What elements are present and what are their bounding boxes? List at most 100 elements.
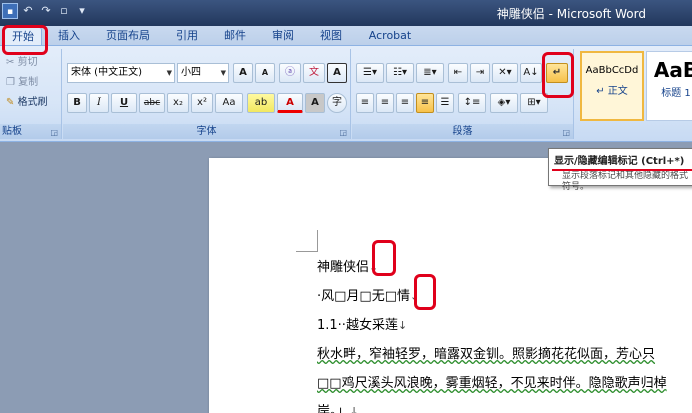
italic-button[interactable]: I <box>89 93 109 113</box>
char-shading-button[interactable]: A <box>305 93 325 113</box>
redo-icon[interactable]: ↷ <box>38 3 54 19</box>
customize-qat-icon[interactable]: ▾ <box>74 3 90 19</box>
shading-button[interactable]: ◈▾ <box>490 93 518 113</box>
bullets-button[interactable]: ☰▾ <box>356 63 384 83</box>
margin-corner-mark <box>296 230 318 252</box>
doc-line-3[interactable]: 1.1··越女采莲↓ <box>317 314 407 333</box>
style-normal[interactable]: AaBbCcDd ↵ 正文 <box>580 51 644 121</box>
font-size-combo[interactable]: 小四 ▼ <box>177 63 229 83</box>
eraser-icon: ⓐ <box>285 67 295 78</box>
increase-indent-icon: ⇥ <box>475 67 485 78</box>
distributed-icon: ☰ <box>440 97 450 108</box>
strikethrough-button[interactable]: abc <box>139 93 165 113</box>
clipboard-label-text: 贴板 <box>2 126 22 137</box>
paint-bucket-icon: ◈▾ <box>497 97 511 108</box>
ribbon: ✂ 剪切 ❐ 复制 ✎ 格式刷 贴板 ◲ 宋体 (中文正文) ▼ 小四 ▼ A … <box>0 46 692 142</box>
chinese-layout-button[interactable]: ✕▾ <box>492 63 518 83</box>
sort-button[interactable]: A↓ <box>520 63 542 83</box>
paragraph-launcher-icon[interactable]: ◲ <box>562 128 570 137</box>
phonetic-guide-button[interactable]: 文 <box>303 63 325 83</box>
format-painter-button[interactable]: ✎ 格式刷 <box>6 95 48 111</box>
style-heading-1[interactable]: AaB 标题 1 <box>646 51 692 121</box>
tab-insert[interactable]: 插入 <box>52 27 86 45</box>
doc-line-5[interactable]: □□鸡尺溪头风浪晚，雾重烟轻，不见来时伴。隐隐歌声归棹 <box>317 372 667 391</box>
quick-access-toolbar: ▪ ↶ ↷ ▫ ▾ <box>2 3 90 19</box>
tab-view[interactable]: 视图 <box>314 27 348 45</box>
multilevel-list-button[interactable]: ≣▾ <box>416 63 444 83</box>
line-spacing-icon: ↕≡ <box>463 97 481 108</box>
annotation-highlight-home-tab <box>2 25 48 55</box>
char-shading-icon: A <box>311 97 319 108</box>
doc-line-1[interactable]: 神雕侠侣↓ <box>317 256 378 275</box>
bullets-icon: ☰▾ <box>363 67 377 78</box>
decrease-indent-button[interactable]: ⇤ <box>448 63 468 83</box>
paragraph-mark-icon: ↓ <box>397 319 408 332</box>
bold-button[interactable]: B <box>67 93 87 113</box>
subscript-button[interactable]: x₂ <box>167 93 189 113</box>
new-doc-icon[interactable]: ▫ <box>56 3 72 19</box>
paragraph-group: ☰▾ ☷▾ ≣▾ ⇤ ⇥ ✕▾ A↓ ↵ ≡ ≡ ≡ ≡ ☰ ↕≡ ◈▾ ⊞▾ … <box>352 49 574 139</box>
doc-line-2-text: ·风□月□无□情 <box>317 289 410 304</box>
font-size-value: 小四 <box>181 67 201 78</box>
multilevel-list-icon: ≣▾ <box>423 67 437 78</box>
underline-icon: U <box>119 97 129 108</box>
chevron-down-icon: ▼ <box>166 69 172 77</box>
align-right-icon: ≡ <box>400 97 410 108</box>
annotation-highlight-mark-1 <box>372 240 396 276</box>
superscript-icon: x² <box>197 97 207 108</box>
font-color-button[interactable]: A <box>277 93 303 113</box>
align-center-icon: ≡ <box>380 97 390 108</box>
char-border-button[interactable]: A <box>327 63 347 83</box>
show-hide-tooltip: 显示/隐藏编辑标记 (Ctrl+*) 显示段落标记和其他隐藏的格式符号。 <box>548 148 692 192</box>
font-group: 宋体 (中文正文) ▼ 小四 ▼ A A ⓐ 文 A B I U abc x₂ … <box>63 49 351 139</box>
justify-button[interactable]: ≡ <box>416 93 434 113</box>
doc-line-2[interactable]: ·风□月□无□情↓ <box>317 285 419 304</box>
borders-icon: ⊞▾ <box>527 97 541 108</box>
tab-review[interactable]: 审阅 <box>266 27 300 45</box>
char-border-icon: A <box>333 67 341 78</box>
doc-line-4[interactable]: 秋水畔，窄袖轻罗，暗露双金钏。照影摘花花似面，芳心只 <box>317 343 655 362</box>
increase-indent-button[interactable]: ⇥ <box>470 63 490 83</box>
save-icon[interactable]: ▪ <box>2 3 18 19</box>
clear-format-button[interactable]: ⓐ <box>279 63 301 83</box>
clipboard-launcher-icon[interactable]: ◲ <box>50 128 58 137</box>
enclose-char-button[interactable]: 字 <box>327 93 347 113</box>
styles-group: AaBbCcDd ↵ 正文 AaB 标题 1 <box>576 49 692 139</box>
tab-references[interactable]: 引用 <box>170 27 204 45</box>
paragraph-group-label: 段落 <box>352 124 573 139</box>
numbering-button[interactable]: ☷▾ <box>386 63 414 83</box>
line-spacing-button[interactable]: ↕≡ <box>458 93 486 113</box>
sort-icon: A↓ <box>523 67 539 78</box>
tab-mailings[interactable]: 邮件 <box>218 27 252 45</box>
bold-icon: B <box>73 97 81 108</box>
style-heading-1-sample: AaB <box>653 58 692 82</box>
copy-label: 复制 <box>18 77 39 88</box>
copy-icon: ❐ <box>6 77 15 88</box>
doc-line-5-text: □□鸡尺溪头风浪晚，雾重烟轻，不见来时伴。隐隐歌声归棹 <box>317 376 667 391</box>
highlighter-icon: ab <box>254 97 268 108</box>
align-center-button[interactable]: ≡ <box>376 93 394 113</box>
align-right-button[interactable]: ≡ <box>396 93 414 113</box>
cut-button[interactable]: ✂ 剪切 <box>6 55 38 71</box>
font-name-value: 宋体 (中文正文) <box>71 67 142 78</box>
decrease-indent-icon: ⇤ <box>453 67 463 78</box>
grow-font-button[interactable]: A <box>233 63 253 83</box>
copy-button[interactable]: ❐ 复制 <box>6 75 38 91</box>
superscript-button[interactable]: x² <box>191 93 213 113</box>
style-normal-name: ↵ 正文 <box>596 86 628 97</box>
tab-acrobat[interactable]: Acrobat <box>362 27 418 45</box>
doc-line-6[interactable]: 岸。」↓ <box>317 400 359 413</box>
undo-icon[interactable]: ↶ <box>20 3 36 19</box>
align-left-button[interactable]: ≡ <box>356 93 374 113</box>
doc-line-3-text: 1.1··越女采莲 <box>317 318 398 333</box>
style-normal-sample: AaBbCcDd <box>585 65 639 76</box>
font-launcher-icon[interactable]: ◲ <box>339 128 347 137</box>
tab-page-layout[interactable]: 页面布局 <box>100 27 156 45</box>
font-name-combo[interactable]: 宋体 (中文正文) ▼ <box>67 63 175 83</box>
highlight-button[interactable]: ab <box>247 93 275 113</box>
underline-button[interactable]: U <box>111 93 137 113</box>
change-case-button[interactable]: Aa <box>215 93 243 113</box>
shrink-font-button[interactable]: A <box>255 63 275 83</box>
paragraph-mark-icon: ↓ <box>349 405 359 413</box>
distributed-button[interactable]: ☰ <box>436 93 454 113</box>
